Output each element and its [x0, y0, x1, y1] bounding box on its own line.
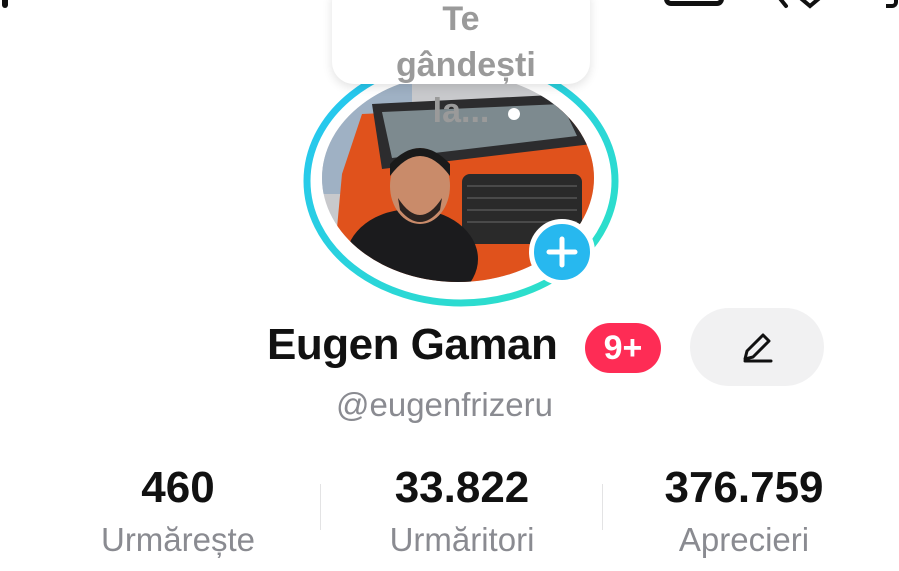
stat-label: Aprecieri — [678, 521, 810, 558]
notification-badge[interactable]: 9+ — [585, 323, 661, 373]
pencil-icon — [743, 333, 773, 363]
divider — [602, 484, 603, 530]
stat-likes[interactable]: 376.759 Aprecieri — [642, 462, 846, 564]
stat-following[interactable]: 460 Urmărește — [88, 462, 268, 564]
stat-followers[interactable]: 33.822 Urmăritori — [360, 462, 564, 564]
bubble-tail — [508, 108, 520, 120]
divider — [320, 484, 321, 530]
profile-view-icon[interactable] — [664, 0, 724, 6]
back-icon[interactable] — [2, 0, 8, 8]
stat-label: Urmăritori — [389, 521, 535, 558]
name-row: Eugen Gaman 9+ — [0, 308, 899, 386]
stat-value: 33.822 — [394, 463, 530, 512]
display-name: Eugen Gaman — [267, 320, 558, 369]
stat-value: 460 — [141, 463, 215, 512]
stats-row: 460 Urmărește 33.822 Urmăritori 376.759 … — [0, 462, 899, 562]
stat-value: 376.759 — [664, 463, 824, 512]
thought-bubble[interactable]: Te gândești la... — [332, 0, 590, 130]
share-icon[interactable] — [776, 0, 836, 10]
stat-label: Urmărește — [100, 521, 256, 558]
menu-icon[interactable] — [886, 0, 898, 8]
thought-prompt: Te gândești la... — [396, 0, 536, 130]
plus-icon — [546, 236, 578, 268]
username: @eugenfrizeru — [336, 386, 553, 423]
add-story-button[interactable] — [529, 219, 595, 285]
edit-profile-button[interactable] — [690, 308, 824, 386]
